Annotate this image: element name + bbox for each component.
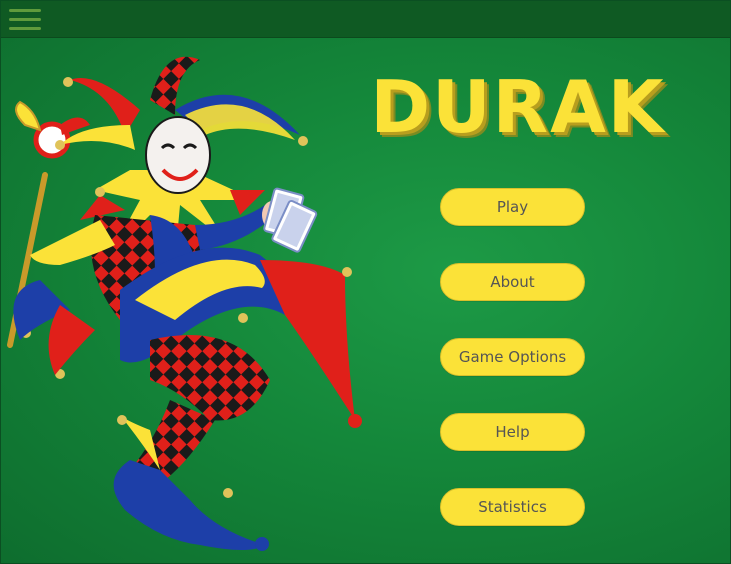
statistics-button[interactable]: Statistics	[440, 488, 585, 526]
top-bar	[0, 0, 731, 38]
play-button[interactable]: Play	[440, 188, 585, 226]
help-button[interactable]: Help	[440, 413, 585, 451]
game-title: DURAK	[370, 65, 666, 149]
jester-illustration	[7, 56, 362, 551]
game-options-button[interactable]: Game Options	[440, 338, 585, 376]
hamburger-menu-icon[interactable]	[9, 7, 43, 33]
about-button[interactable]: About	[440, 263, 585, 301]
